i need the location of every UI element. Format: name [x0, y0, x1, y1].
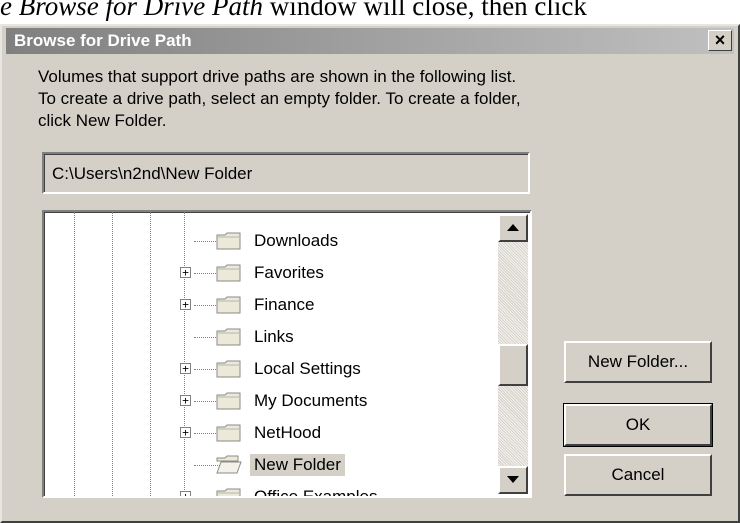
scroll-down-button[interactable] — [498, 466, 528, 494]
tree-item[interactable]: New Folder — [44, 450, 484, 482]
tree-vertical-scrollbar[interactable] — [498, 214, 528, 494]
expand-plus-icon[interactable]: + — [180, 363, 191, 374]
expand-plus-icon[interactable]: + — [180, 395, 191, 406]
tree-item[interactable]: + Favorites — [44, 258, 484, 290]
arrow-down-icon — [507, 476, 519, 483]
tree-item-label: Finance — [254, 295, 315, 314]
description-line: To create a drive path, select an empty … — [38, 89, 521, 108]
document-text-line: e Browse for Drive Path window will clos… — [0, 0, 587, 22]
scroll-up-button[interactable] — [498, 214, 528, 242]
folder-closed-icon — [216, 391, 242, 411]
folder-closed-icon — [216, 263, 242, 283]
tree-item-label: Downloads — [254, 231, 339, 250]
new-folder-button[interactable]: New Folder... — [564, 341, 712, 383]
folder-closed-icon — [216, 487, 242, 496]
dialog-titlebar[interactable]: Browse for Drive Path × — [6, 28, 734, 54]
document-background-text: e Browse for Drive Path window will clos… — [0, 0, 740, 24]
tree-item-label: Favorites — [254, 263, 324, 282]
folder-tree-view[interactable]: Downloads + Favorites + Finance Links + Local S… — [42, 210, 532, 498]
tree-item[interactable]: + Office Examples — [44, 482, 484, 498]
folder-closed-icon — [216, 359, 242, 379]
tree-item-label: Office Examples — [254, 487, 378, 498]
close-button[interactable]: × — [708, 30, 732, 51]
folder-closed-icon — [216, 295, 242, 315]
expand-plus-icon[interactable]: + — [180, 267, 191, 278]
tree-item[interactable]: + Local Settings — [44, 354, 484, 386]
tree-connector-line — [194, 497, 220, 498]
selected-path-field: C:\Users\n2nd\New Folder — [42, 152, 530, 194]
tree-item-label: New Folder — [250, 454, 345, 476]
folder-closed-icon — [216, 327, 242, 347]
tree-item-label: Links — [254, 327, 294, 346]
arrow-up-icon — [507, 224, 519, 231]
tree-item[interactable]: Downloads — [44, 226, 484, 258]
tree-item-label: NetHood — [254, 423, 322, 442]
folder-closed-icon — [216, 423, 242, 443]
close-icon: × — [714, 30, 726, 50]
expand-plus-icon[interactable]: + — [180, 491, 191, 496]
tree-item-label: My Documents — [254, 391, 368, 410]
description-line: click New Folder. — [38, 111, 167, 130]
tree-item[interactable]: + Finance — [44, 290, 484, 322]
scrollbar-thumb[interactable] — [498, 344, 528, 386]
selected-path-text: C:\Users\n2nd\New Folder — [52, 164, 253, 183]
browse-drive-path-dialog: Browse for Drive Path × Volumes that sup… — [0, 24, 740, 523]
ok-button[interactable]: OK — [563, 403, 713, 447]
tree-item[interactable]: Links — [44, 322, 484, 354]
dialog-description: Volumes that support drive paths are sho… — [38, 66, 718, 132]
tree-item[interactable]: + My Documents — [44, 386, 484, 418]
tree-item-label: Local Settings — [254, 359, 361, 378]
folder-open-icon — [216, 455, 242, 475]
document-text-italic: e Browse for Drive Path — [0, 0, 263, 21]
expand-plus-icon[interactable]: + — [180, 427, 191, 438]
document-text-normal: window will close, then click — [262, 0, 587, 21]
folder-closed-icon — [216, 231, 242, 251]
description-line: Volumes that support drive paths are sho… — [38, 67, 517, 86]
cancel-button[interactable]: Cancel — [564, 454, 712, 496]
tree-item[interactable]: + NetHood — [44, 418, 484, 450]
dialog-title: Browse for Drive Path — [14, 31, 192, 50]
expand-plus-icon[interactable]: + — [180, 299, 191, 310]
